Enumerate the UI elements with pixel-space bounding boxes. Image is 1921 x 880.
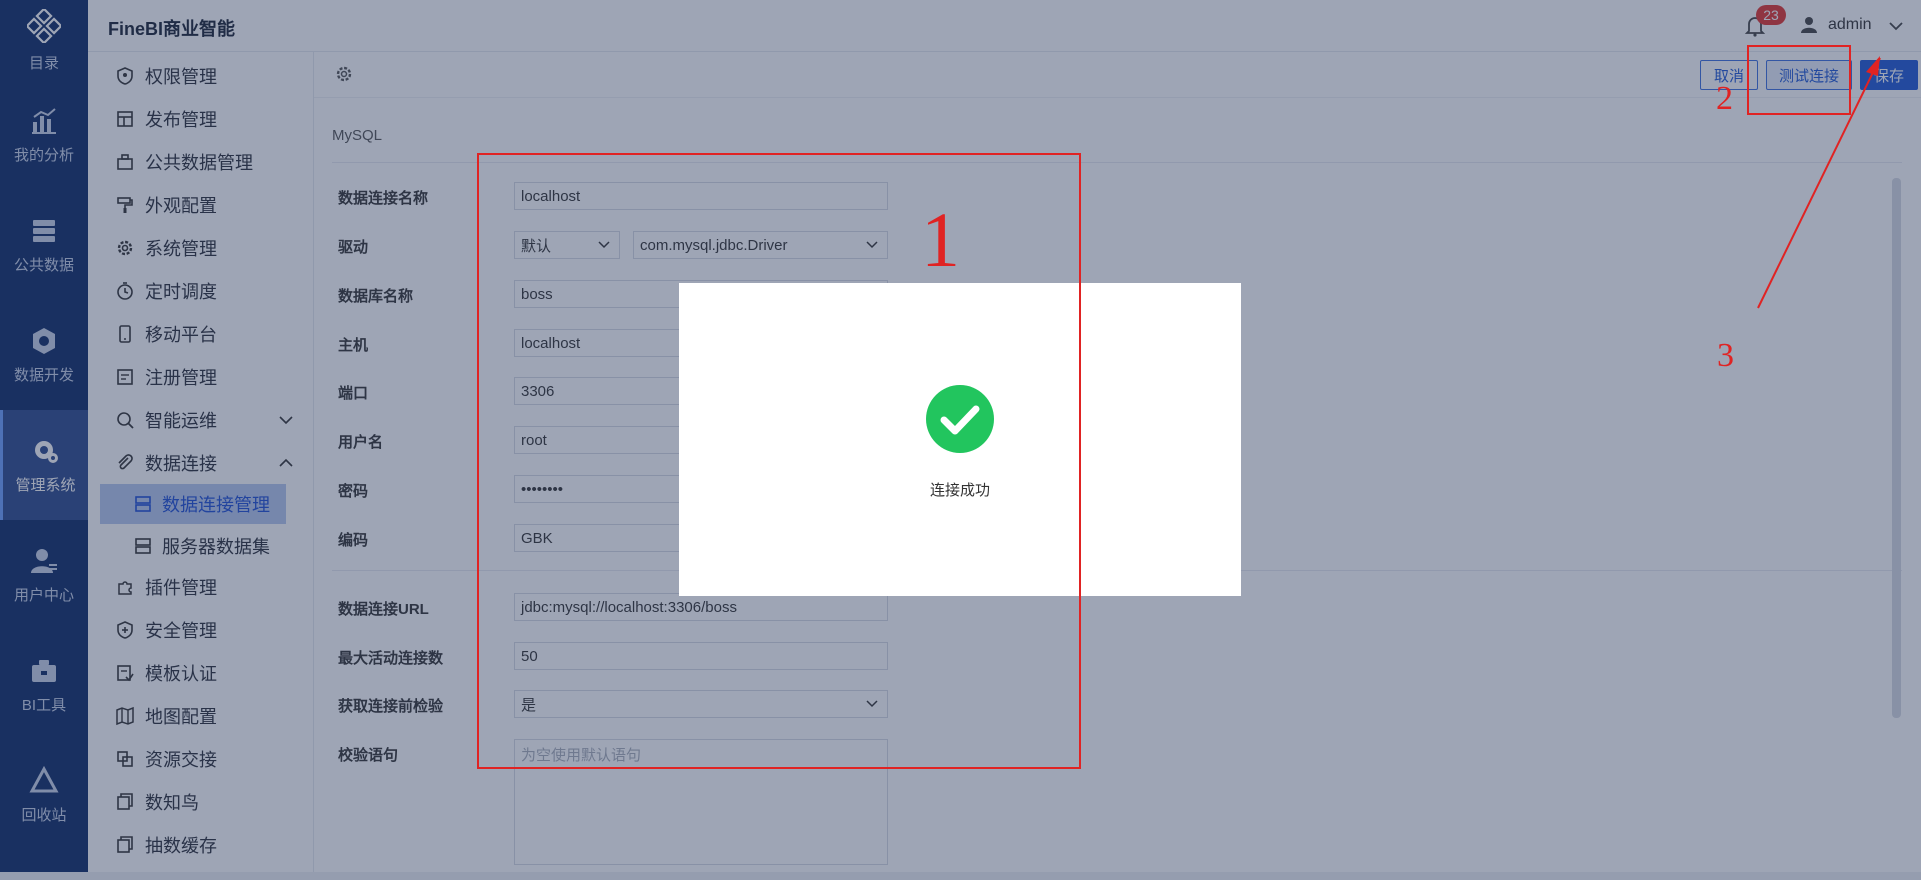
annotation-number-1: 1 bbox=[921, 196, 960, 283]
annotation-arrow bbox=[1757, 56, 1881, 309]
annotation-number-3: 3 bbox=[1717, 337, 1734, 374]
annotation-box-1 bbox=[477, 153, 1081, 769]
annotation-number-2: 2 bbox=[1716, 80, 1733, 117]
